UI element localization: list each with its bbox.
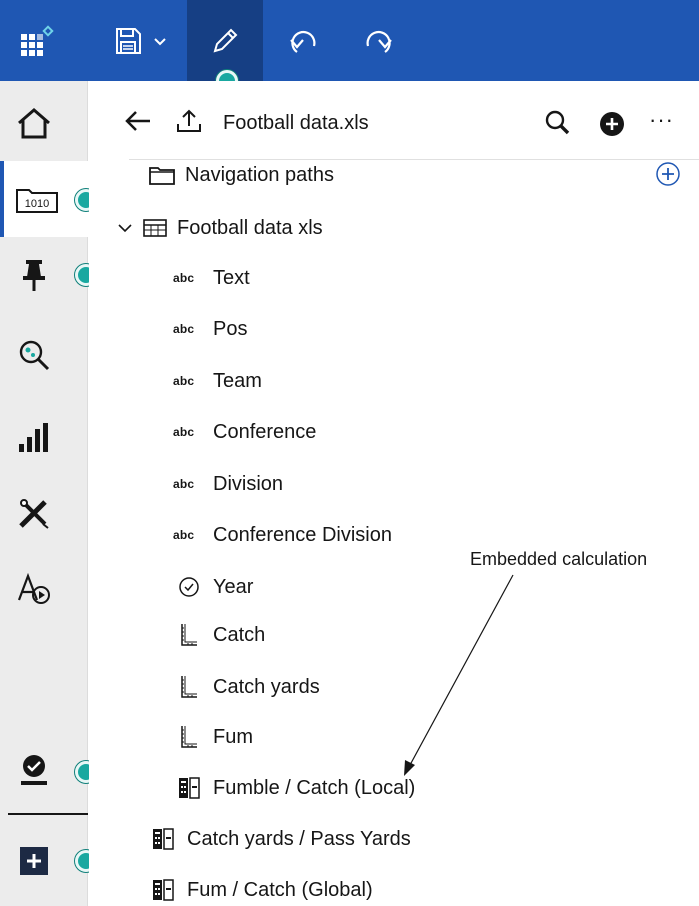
annotation-arrow [404,574,514,776]
